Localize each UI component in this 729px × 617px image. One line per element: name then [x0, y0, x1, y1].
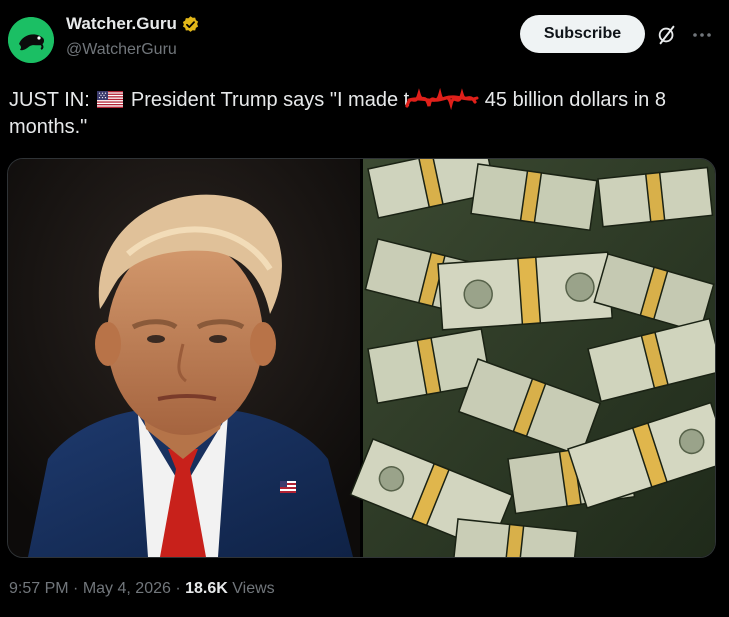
- display-name[interactable]: Watcher.Guru: [66, 14, 177, 34]
- tweet-time[interactable]: 9:57 PM: [9, 580, 69, 597]
- tweet-text: JUST IN: President Trump says "I made t …: [9, 86, 721, 141]
- views-label: Views: [232, 580, 275, 597]
- grok-icon[interactable]: [656, 24, 678, 46]
- tweet-date[interactable]: May 4, 2026: [83, 580, 171, 597]
- tweet-header: Watcher.Guru @WatcherGuru Subscribe: [0, 0, 729, 80]
- portrait-photo: [8, 159, 360, 557]
- us-flag-emoji-icon: [97, 89, 124, 108]
- views-count: 18.6K: [185, 580, 228, 597]
- media-grid[interactable]: [7, 158, 716, 558]
- account-avatar[interactable]: [8, 17, 54, 63]
- tweet-text-prefix: JUST IN:: [9, 89, 96, 111]
- tweet-meta: 9:57 PM · May 4, 2026 · 18.6K Views: [9, 580, 275, 598]
- media-svg: [8, 159, 715, 557]
- meta-separator-2: ·: [175, 580, 181, 597]
- verified-badge-icon[interactable]: [181, 15, 200, 34]
- subscribe-button[interactable]: Subscribe: [520, 15, 645, 53]
- money-stacks-photo: [349, 159, 715, 557]
- whale-logo-icon: [8, 17, 54, 63]
- name-row: Watcher.Guru: [66, 14, 200, 34]
- tweet-text-main-before: President Trump says "I made t: [130, 89, 410, 111]
- account-handle[interactable]: @WatcherGuru: [66, 41, 177, 59]
- meta-separator: ·: [73, 580, 79, 597]
- red-scribble-overlay-icon: [405, 86, 479, 112]
- more-icon[interactable]: [691, 25, 713, 45]
